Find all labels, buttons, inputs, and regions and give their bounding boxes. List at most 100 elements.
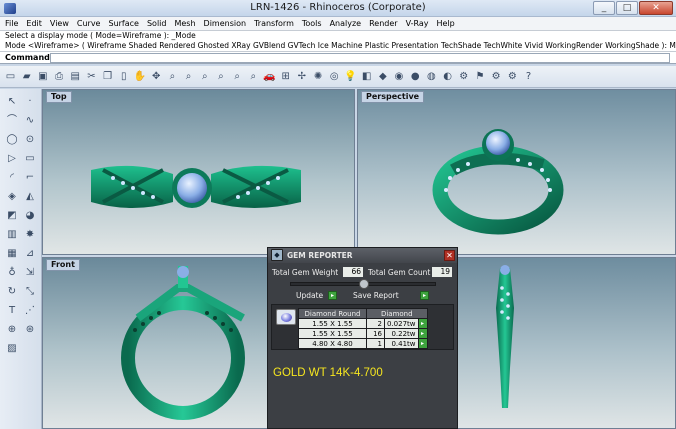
sphere-icon[interactable]: ●	[408, 69, 423, 84]
select-arrow-icon[interactable]: ↖	[4, 94, 20, 110]
fillet-tool-icon[interactable]: ⌐	[22, 170, 38, 186]
menu-render[interactable]: Render	[369, 19, 397, 28]
save-report-label[interactable]: Save Report	[353, 291, 399, 300]
point-icon[interactable]: ✢	[294, 69, 309, 84]
save-report-go-button[interactable]: ▸	[420, 291, 429, 300]
print-icon[interactable]: ⎙	[52, 69, 67, 84]
array-tool-icon[interactable]: ⋰	[22, 303, 38, 319]
menu-curve[interactable]: Curve	[77, 19, 101, 28]
render-icon[interactable]: ◐	[440, 69, 455, 84]
maximize-button[interactable]: □	[616, 1, 638, 15]
viewport-label-perspective[interactable]: Perspective	[361, 91, 425, 103]
minimize-button[interactable]: _	[593, 1, 615, 15]
open-icon[interactable]: ▰	[19, 69, 34, 84]
update-go-button[interactable]: ▸	[328, 291, 337, 300]
properties-icon[interactable]: ▤	[68, 69, 83, 84]
grid-icon[interactable]: ⊞	[278, 69, 293, 84]
text-tool-icon[interactable]: T	[4, 303, 20, 319]
copy-icon[interactable]: ❐	[100, 69, 115, 84]
cylinder-tool-icon[interactable]: ▥	[4, 227, 20, 243]
boolean-tool-icon[interactable]: ✸	[22, 227, 38, 243]
new-icon[interactable]: ▭	[3, 69, 18, 84]
menu-view[interactable]: View	[50, 19, 69, 28]
table-row[interactable]: 4.80 X 4.80 1 0.41tw ▸	[298, 338, 428, 349]
save-icon[interactable]: ▣	[35, 69, 50, 84]
cut-icon[interactable]: ✂	[84, 69, 99, 84]
transform-tool-icon[interactable]: ♁	[4, 265, 20, 281]
menu-file[interactable]: File	[5, 19, 18, 28]
menu-tools[interactable]: Tools	[302, 19, 322, 28]
help-icon[interactable]: ?	[521, 69, 536, 84]
scale-tool-icon[interactable]: ⤡	[22, 284, 38, 300]
light-icon[interactable]: ✺	[311, 69, 326, 84]
curve-tool-icon[interactable]: ∿	[22, 113, 38, 129]
menu-transform[interactable]: Transform	[254, 19, 294, 28]
menu-surface[interactable]: Surface	[108, 19, 138, 28]
zoom-extents-icon[interactable]: ⌕	[197, 69, 212, 84]
viewport-perspective[interactable]: Perspective	[357, 89, 676, 255]
update-label[interactable]: Update	[296, 291, 323, 300]
zoom-target-icon[interactable]: ⌕	[230, 69, 245, 84]
table-row[interactable]: 1.55 X 1.55 2 0.027tw ▸	[298, 318, 428, 329]
gem-reporter-close-button[interactable]: ✕	[444, 250, 455, 261]
total-gem-weight-value: 66	[343, 267, 363, 277]
zoom-window-icon[interactable]: ⌕	[181, 69, 196, 84]
slider-knob[interactable]	[359, 279, 369, 289]
pan-icon[interactable]: ✋	[133, 69, 148, 84]
header-diamond: Diamond	[366, 308, 428, 319]
point-tool-icon[interactable]: ·	[22, 94, 38, 110]
rectangle-tool-icon[interactable]: ▭	[22, 151, 38, 167]
menu-vray[interactable]: V-Ray	[406, 19, 429, 28]
table-row[interactable]: 1.55 X 1.55 16 0.22tw ▸	[298, 328, 428, 339]
circle-tool-icon[interactable]: ◯	[4, 132, 20, 148]
pin-icon[interactable]: ⚑	[472, 69, 487, 84]
viewport-top[interactable]: Top	[42, 89, 355, 255]
paste-icon[interactable]: ▯	[116, 69, 131, 84]
rotate-view-icon[interactable]: ✥	[149, 69, 164, 84]
cube-icon[interactable]: ◧	[359, 69, 374, 84]
render-tool-icon[interactable]: ⊛	[22, 322, 38, 338]
car-icon[interactable]: 🚗	[262, 69, 277, 84]
menu-analyze[interactable]: Analyze	[330, 19, 362, 28]
row-go-button[interactable]: ▸	[417, 338, 428, 349]
row-go-button[interactable]: ▸	[417, 318, 428, 329]
menu-dimension[interactable]: Dimension	[204, 19, 247, 28]
menu-mesh[interactable]: Mesh	[174, 19, 195, 28]
lightbulb-icon[interactable]: 💡	[343, 69, 358, 84]
loft-tool-icon[interactable]: ◭	[22, 189, 38, 205]
material-icon[interactable]: ◆	[375, 69, 390, 84]
close-button[interactable]: ✕	[639, 1, 673, 15]
gem-reporter-slider[interactable]	[290, 279, 436, 289]
color-wheel-icon[interactable]: ◉	[392, 69, 407, 84]
menu-edit[interactable]: Edit	[26, 19, 42, 28]
analyze-tool-icon[interactable]: ⊕	[4, 322, 20, 338]
zoom-selected-icon[interactable]: ⌕	[213, 69, 228, 84]
sphere-tool-icon[interactable]: ◕	[22, 208, 38, 224]
command-input[interactable]	[50, 53, 670, 63]
menu-help[interactable]: Help	[437, 19, 455, 28]
viewport-label-top[interactable]: Top	[46, 91, 72, 103]
ball-icon[interactable]: ◍	[424, 69, 439, 84]
ellipse-tool-icon[interactable]: ⊙	[22, 132, 38, 148]
dimension-tool-icon[interactable]: ⊿	[22, 246, 38, 262]
row-go-button[interactable]: ▸	[417, 328, 428, 339]
gear-icon[interactable]: ⚙	[489, 69, 504, 84]
layer-tool-icon[interactable]: ▨	[4, 341, 20, 357]
settings-icon[interactable]: ⚙	[456, 69, 471, 84]
menu-solid[interactable]: Solid	[147, 19, 167, 28]
zoom-icon[interactable]: ⌕	[165, 69, 180, 84]
polyline-icon[interactable]: ⌒	[4, 113, 20, 129]
cog-icon[interactable]: ⚙	[505, 69, 520, 84]
move-tool-icon[interactable]: ⇲	[22, 265, 38, 281]
mesh-tool-icon[interactable]: ▦	[4, 246, 20, 262]
box-tool-icon[interactable]: ◩	[4, 208, 20, 224]
rotate-tool-icon[interactable]: ↻	[4, 284, 20, 300]
gem-size: 1.55 X 1.55	[298, 318, 367, 329]
gem-reporter-title: GEM REPORTER	[287, 251, 353, 260]
viewport-label-front[interactable]: Front	[46, 259, 80, 271]
polygon-tool-icon[interactable]: ▷	[4, 151, 20, 167]
arc-tool-icon[interactable]: ◜	[4, 170, 20, 186]
camera-icon[interactable]: ◎	[327, 69, 342, 84]
surface-tool-icon[interactable]: ◈	[4, 189, 20, 205]
zoom-all-icon[interactable]: ⌕	[246, 69, 261, 84]
